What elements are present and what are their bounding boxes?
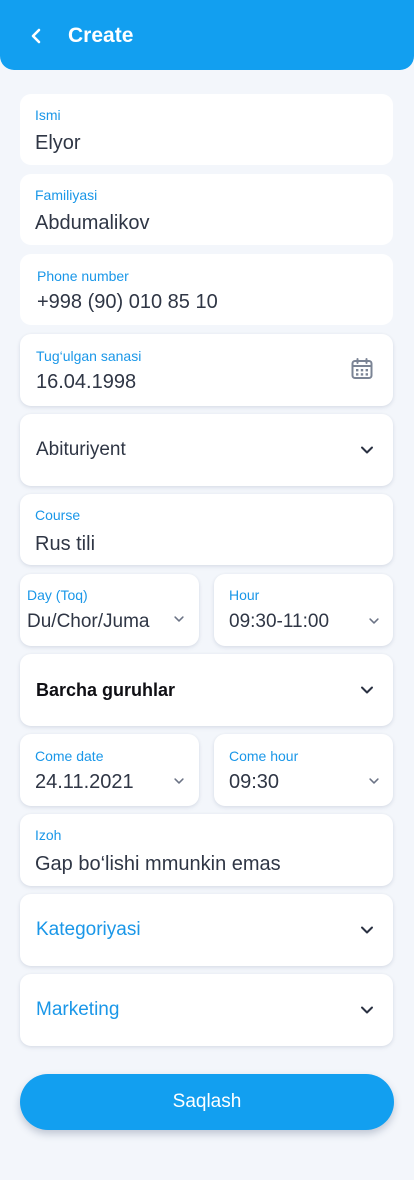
hour-select[interactable]: Hour 09:30-11:00 <box>214 574 393 646</box>
chevron-down-icon <box>369 778 379 784</box>
day-select[interactable]: Day (Toq) Du/Chor/Juma <box>20 574 199 646</box>
chevron-left-icon <box>31 28 41 44</box>
note-field[interactable]: Izoh Gap bo‘lishi mmunkin emas <box>20 814 393 886</box>
birth-date-field[interactable]: Tug‘ulgan sanasi 16.04.1998 <box>20 334 393 406</box>
last-name-value: Abdumalikov <box>35 212 150 234</box>
come-hour-label: Come hour <box>229 748 299 764</box>
phone-field[interactable]: Phone number +998 (90) 010 85 10 <box>20 254 393 325</box>
page-title: Create <box>68 24 134 47</box>
come-hour-value: 09:30 <box>229 771 280 793</box>
course-field[interactable]: Course Rus tili <box>20 494 393 565</box>
note-label: Izoh <box>35 827 62 843</box>
back-button[interactable] <box>22 22 50 50</box>
note-value: Gap bo‘lishi mmunkin emas <box>35 853 281 875</box>
last-name-field[interactable]: Familiyasi Abdumalikov <box>20 174 393 245</box>
chevron-down-icon <box>361 926 373 934</box>
day-label: Day (Toq) <box>27 587 88 603</box>
category-select[interactable]: Kategoriyasi <box>20 894 393 966</box>
last-name-label: Familiyasi <box>35 187 98 203</box>
save-button[interactable]: Saqlash <box>20 1074 394 1130</box>
course-label: Course <box>35 507 81 523</box>
first-name-label: Ismi <box>35 107 61 123</box>
chevron-down-icon <box>361 446 373 454</box>
birth-date-value: 16.04.1998 <box>36 371 137 393</box>
come-date-select[interactable]: Come date 24.11.2021 <box>20 734 199 806</box>
category-placeholder: Kategoriyasi <box>36 919 141 940</box>
day-value: Du/Chor/Juma <box>27 611 150 632</box>
status-select[interactable]: Abituriyent <box>20 414 393 486</box>
chevron-down-icon <box>174 778 184 784</box>
app-header: Create <box>0 0 414 70</box>
calendar-icon[interactable] <box>350 357 374 381</box>
phone-value: +998 (90) 010 85 10 <box>37 291 218 313</box>
phone-label: Phone number <box>37 268 129 284</box>
chevron-down-icon <box>369 618 379 624</box>
chevron-down-icon <box>361 1006 373 1014</box>
birth-date-label: Tug‘ulgan sanasi <box>36 348 142 364</box>
come-date-value: 24.11.2021 <box>35 771 134 793</box>
chevron-down-icon <box>174 616 184 622</box>
hour-value: 09:30-11:00 <box>229 611 330 632</box>
chevron-down-icon <box>361 686 373 694</box>
come-date-label: Come date <box>35 748 104 764</box>
status-value: Abituriyent <box>36 439 126 460</box>
hour-label: Hour <box>229 587 260 603</box>
course-value: Rus tili <box>35 533 96 555</box>
group-select[interactable]: Barcha guruhlar <box>20 654 393 726</box>
come-hour-select[interactable]: Come hour 09:30 <box>214 734 393 806</box>
first-name-field[interactable]: Ismi Elyor <box>20 94 393 165</box>
first-name-value: Elyor <box>35 132 81 154</box>
marketing-placeholder: Marketing <box>36 999 120 1020</box>
group-value: Barcha guruhlar <box>36 680 176 700</box>
marketing-select[interactable]: Marketing <box>20 974 393 1046</box>
